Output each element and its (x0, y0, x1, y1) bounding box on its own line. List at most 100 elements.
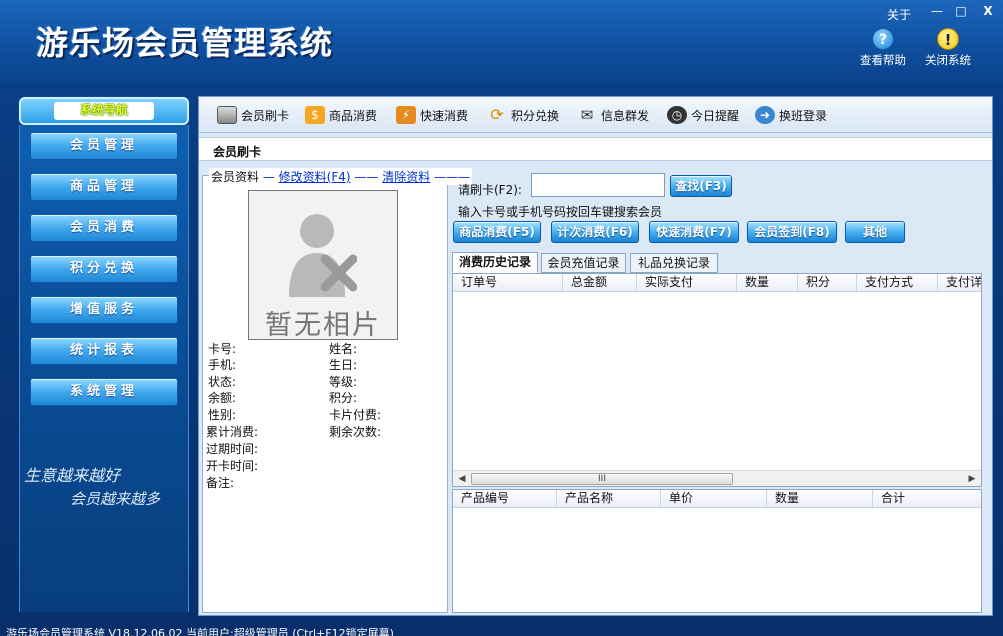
app-title: 游乐场会员管理系统 (36, 24, 334, 62)
grid-header-total[interactable]: 总金额 (563, 274, 637, 292)
clear-profile-link[interactable]: 清除资料 (382, 170, 430, 184)
grid-header-subtotal[interactable]: 合计 (873, 490, 981, 508)
shopping-icon: $ (305, 106, 325, 124)
field-phone: 手机: (208, 358, 237, 372)
shift-icon: ➜ (755, 106, 775, 124)
no-photo-icon (289, 214, 357, 297)
toolbar-label: 会员刷卡 (241, 108, 290, 123)
nav-item-reports[interactable]: 统计报表 (30, 337, 178, 365)
toolbar-shift-login[interactable]: ➜ 换班登录 (755, 105, 827, 125)
product-detail-grid[interactable]: 产品编号 产品名称 单价 数量 合计 (452, 489, 982, 613)
grid-header-points[interactable]: 积分 (798, 274, 857, 292)
nav-item-member-management[interactable]: 会员管理 (30, 132, 178, 160)
warning-icon: ! (937, 28, 959, 50)
quick-consume-button[interactable]: 快速消费(F7) (649, 221, 739, 243)
window-close-button[interactable]: X (977, 3, 999, 19)
grid-header-product-name[interactable]: 产品名称 (557, 490, 661, 508)
tab-recharge-history[interactable]: 会员充值记录 (541, 253, 626, 273)
no-photo-text: 暂无相片 (265, 310, 381, 341)
toolbar-today-reminder[interactable]: ◷ 今日提醒 (667, 105, 739, 125)
nav-header: 系统导航 (19, 97, 189, 125)
minimize-button[interactable]: — (926, 3, 948, 19)
member-photo: 暂无相片 (248, 190, 398, 341)
tab-gift-history[interactable]: 礼品兑换记录 (630, 253, 718, 273)
help-icon: ? (872, 28, 894, 50)
status-bar: 游乐场会员管理系统 V18.12.06.02 当前用户:超级管理员 (Ctrl+… (6, 627, 394, 636)
field-remark: 备注: (206, 476, 235, 490)
field-remaining-count: 剩余次数: (329, 425, 382, 439)
toolbar-mass-message[interactable]: ✉ 信息群发 (577, 105, 649, 125)
grid-header-paid[interactable]: 实际支付 (637, 274, 737, 292)
close-system-button[interactable]: ! 关闭系统 (918, 28, 978, 68)
member-legend-label: 会员资料 (211, 170, 260, 184)
mail-icon: ✉ (580, 106, 594, 124)
section-header: 会员刷卡 (199, 137, 992, 161)
field-open-time: 开卡时间: (206, 459, 259, 473)
scroll-left-icon[interactable]: ◀ (455, 472, 469, 486)
field-name: 姓名: (329, 342, 358, 356)
nav-item-value-added[interactable]: 增值服务 (30, 296, 178, 324)
nav-item-system-management[interactable]: 系统管理 (30, 378, 178, 406)
member-legend: 会员资料 — 修改资料(F4) —— 清除资料 ——— (209, 168, 473, 185)
exchange-icon: ⟳ (490, 105, 504, 124)
field-level: 等级: (329, 375, 358, 389)
toolbar-label: 商品消费 (329, 108, 378, 123)
grid-header-product-no[interactable]: 产品编号 (453, 490, 557, 508)
member-checkin-button[interactable]: 会员签到(F8) (747, 221, 837, 243)
toolbar-quick-consume[interactable]: ⚡ 快速消费 (396, 105, 468, 125)
clock-icon: ◷ (667, 106, 687, 124)
title-bar-header: 游乐场会员管理系统 关于 — □ X ? 查看帮助 ! 关闭系统 (0, 0, 1003, 88)
grid-header-order-no[interactable]: 订单号 (453, 274, 563, 292)
toolbar-label: 今日提醒 (691, 108, 740, 123)
slogan-line-2: 会员越来越多 (70, 490, 161, 508)
nav-item-member-consumption[interactable]: 会员消费 (30, 214, 178, 242)
field-card-no: 卡号: (208, 342, 237, 356)
field-total-consume: 累计消费: (206, 425, 259, 439)
main-panel: 会员刷卡 $ 商品消费 ⚡ 快速消费 ⟳ 积分兑换 ✉ 信息群发 ◷ 今日提醒 … (198, 96, 993, 616)
section-title: 会员刷卡 (213, 145, 262, 159)
swipe-card-label: 请刷卡(F2): (458, 183, 522, 197)
quick-consume-icon: ⚡ (396, 106, 416, 124)
grid-header-quantity[interactable]: 数量 (737, 274, 798, 292)
toolbar: 会员刷卡 $ 商品消费 ⚡ 快速消费 ⟳ 积分兑换 ✉ 信息群发 ◷ 今日提醒 … (199, 97, 992, 133)
search-hint: 输入卡号或手机号码按回车键搜索会员 (458, 205, 663, 219)
toolbar-points-exchange[interactable]: ⟳ 积分兑换 (487, 105, 559, 125)
scroll-right-icon[interactable]: ▶ (965, 472, 979, 486)
other-button[interactable]: 其他 (845, 221, 905, 243)
edit-profile-link[interactable]: 修改资料(F4) (279, 170, 351, 184)
help-label: 查看帮助 (860, 53, 906, 67)
grid-header-unit-price[interactable]: 单价 (661, 490, 767, 508)
card-icon (217, 106, 237, 124)
field-status: 状态: (208, 375, 237, 389)
toolbar-label: 换班登录 (779, 108, 828, 123)
history-grid[interactable]: 订单号 总金额 实际支付 数量 积分 支付方式 支付详 ◀ III ▶ (452, 273, 982, 487)
search-button[interactable]: 查找(F3) (670, 175, 732, 197)
member-info-group: 会员资料 — 修改资料(F4) —— 清除资料 ——— 暂无相片 卡号: 手机:… (202, 168, 473, 613)
maximize-button[interactable]: □ (950, 3, 972, 19)
nav-header-label: 系统导航 (54, 102, 154, 120)
field-expire-time: 过期时间: (206, 442, 259, 456)
toolbar-goods-consume[interactable]: $ 商品消费 (305, 105, 377, 125)
horizontal-scrollbar[interactable]: ◀ III ▶ (453, 470, 981, 486)
toolbar-label: 信息群发 (601, 108, 650, 123)
close-system-label: 关闭系统 (925, 53, 971, 67)
tab-consume-history[interactable]: 消费历史记录 (452, 252, 538, 273)
help-button[interactable]: ? 查看帮助 (853, 28, 913, 68)
scroll-thumb[interactable]: III (471, 473, 733, 485)
field-balance: 余额: (208, 391, 237, 405)
toolbar-card-swipe[interactable]: 会员刷卡 (217, 105, 289, 125)
toolbar-label: 快速消费 (420, 108, 469, 123)
content-area: 会员资料 — 修改资料(F4) —— 清除资料 ——— 暂无相片 卡号: 手机:… (199, 163, 992, 615)
grid-header-pay-method[interactable]: 支付方式 (857, 274, 938, 292)
count-consume-button[interactable]: 计次消费(F6) (551, 221, 639, 243)
about-button[interactable]: 关于 (887, 6, 911, 23)
slogan-line-1: 生意越来越好 (24, 466, 121, 485)
grid-header-pay-detail[interactable]: 支付详 (938, 274, 981, 292)
goods-consume-button[interactable]: 商品消费(F5) (453, 221, 541, 243)
nav-item-points-exchange[interactable]: 积分兑换 (30, 255, 178, 283)
nav-item-goods-management[interactable]: 商品管理 (30, 173, 178, 201)
field-card-fee: 卡片付费: (329, 408, 382, 422)
card-number-input[interactable] (531, 173, 665, 197)
toolbar-label: 积分兑换 (511, 108, 560, 123)
grid-header-qty[interactable]: 数量 (767, 490, 873, 508)
